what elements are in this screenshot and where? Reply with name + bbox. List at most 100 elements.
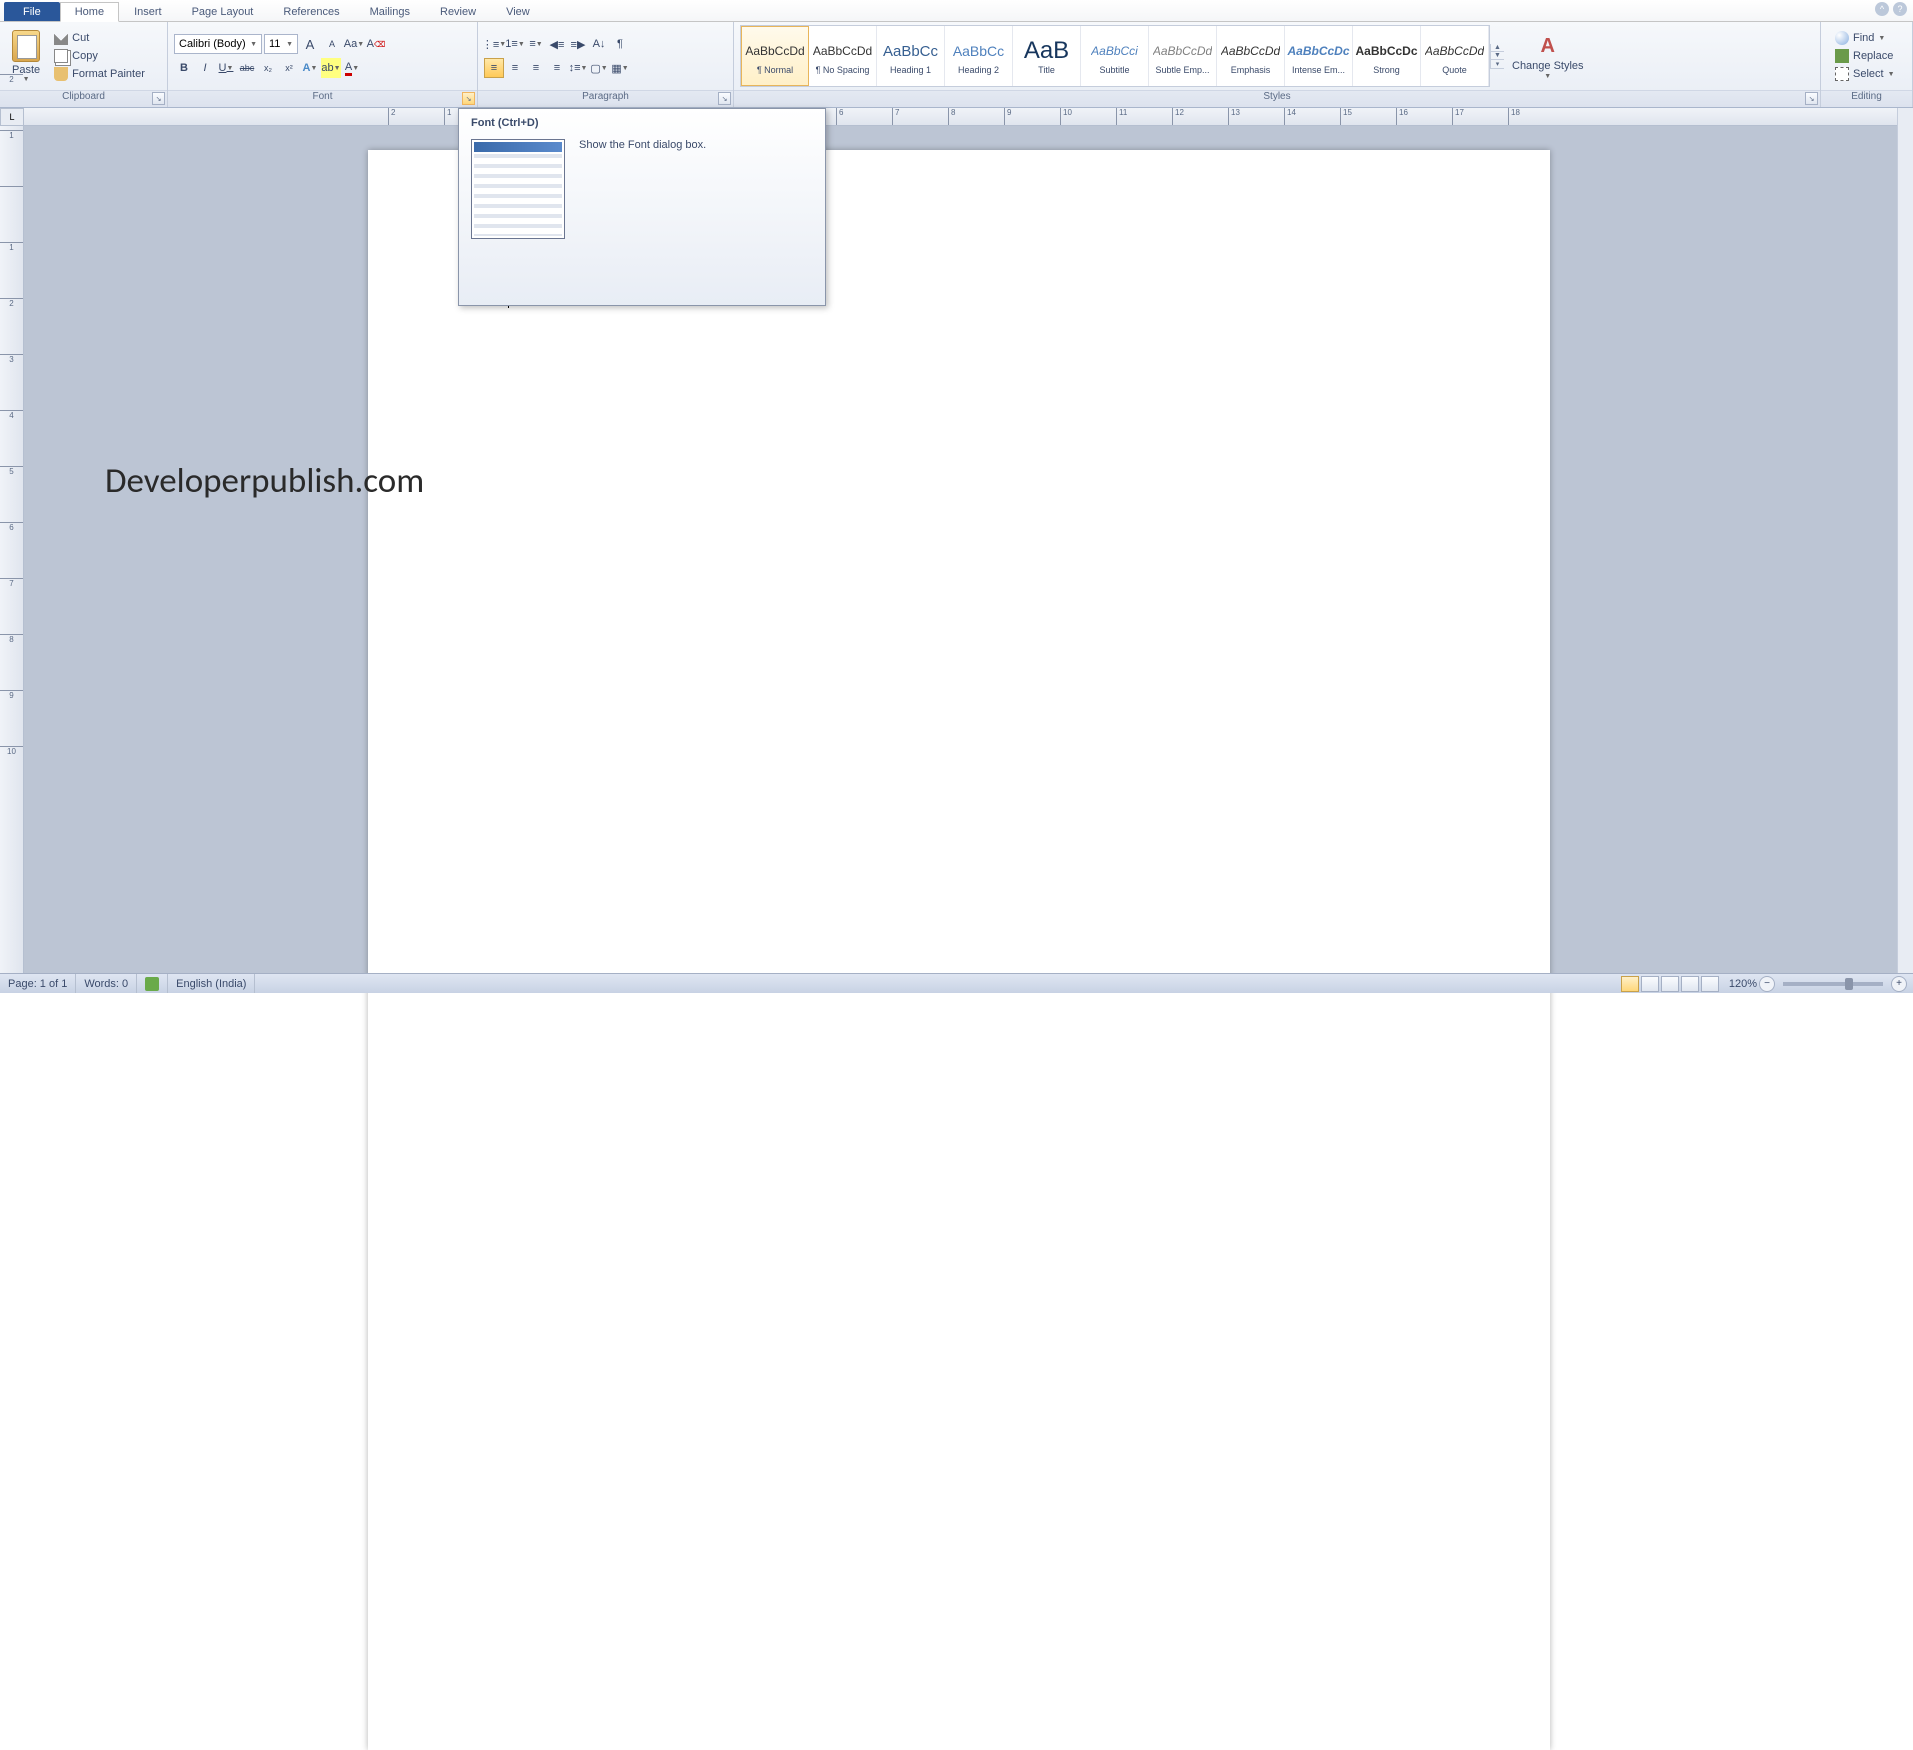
style-item-10[interactable]: AaBbCcDdQuote (1421, 26, 1489, 86)
style-item-9[interactable]: AaBbCcDcStrong (1353, 26, 1421, 86)
shading-button[interactable]: ▢▼ (589, 58, 609, 78)
style-name: Quote (1442, 65, 1467, 75)
select-icon (1835, 67, 1849, 81)
ruler-tick: 9 (0, 690, 23, 746)
styles-group-label: Styles↘ (734, 90, 1820, 107)
view-web-layout[interactable] (1661, 976, 1679, 992)
horizontal-ruler[interactable]: 21123456789101112131415161718 (24, 108, 1897, 126)
clipboard-launcher[interactable]: ↘ (152, 92, 165, 105)
tab-home[interactable]: Home (60, 2, 119, 22)
italic-button[interactable]: I (195, 58, 215, 78)
style-name: Subtle Emp... (1155, 65, 1209, 75)
status-proofing[interactable] (137, 974, 168, 993)
view-outline[interactable] (1681, 976, 1699, 992)
style-preview: AaBbCc (883, 37, 938, 65)
ruler-tick: 9 (1004, 108, 1060, 125)
replace-button[interactable]: Replace (1833, 48, 1897, 64)
find-icon (1835, 31, 1849, 45)
ruler-tick: 10 (1060, 108, 1116, 125)
style-item-6[interactable]: AaBbCcDdSubtle Emp... (1149, 26, 1217, 86)
change-styles-button[interactable]: A Change Styles ▼ (1504, 28, 1592, 83)
multilevel-button[interactable]: ≡▼ (526, 34, 546, 54)
text-effects-button[interactable]: A▼ (300, 58, 320, 78)
zoom-in-button[interactable]: + (1891, 976, 1907, 992)
cut-button[interactable]: Cut (50, 30, 149, 46)
style-item-3[interactable]: AaBbCcHeading 2 (945, 26, 1013, 86)
highlight-button[interactable]: ab▼ (321, 58, 341, 78)
minimize-ribbon-icon[interactable]: ^ (1875, 2, 1889, 16)
view-print-layout[interactable] (1621, 976, 1639, 992)
style-name: ¶ Normal (757, 65, 793, 75)
increase-indent-button[interactable]: ≡▶ (568, 34, 588, 54)
paste-icon (12, 30, 40, 62)
find-button[interactable]: Find▼ (1833, 30, 1897, 46)
view-draft[interactable] (1701, 976, 1719, 992)
style-preview: AaBbCcDd (1221, 37, 1280, 65)
style-item-8[interactable]: AaBbCcDcIntense Em... (1285, 26, 1353, 86)
style-item-1[interactable]: AaBbCcDd¶ No Spacing (809, 26, 877, 86)
zoom-out-button[interactable]: − (1759, 976, 1775, 992)
show-marks-button[interactable]: ¶ (610, 34, 630, 54)
font-size-combo[interactable]: 11▼ (264, 34, 298, 54)
font-color-button[interactable]: A▼ (342, 58, 362, 78)
sort-button[interactable]: A↓ (589, 34, 609, 54)
style-item-4[interactable]: AaBTitle (1013, 26, 1081, 86)
styles-row-up[interactable]: ▲ (1491, 44, 1504, 52)
paragraph-launcher[interactable]: ↘ (718, 92, 731, 105)
style-item-0[interactable]: AaBbCcDd¶ Normal (741, 26, 809, 86)
change-case-button[interactable]: Aa▼ (344, 34, 364, 54)
shrink-font-button[interactable]: A (322, 34, 342, 54)
tab-mailings[interactable]: Mailings (355, 2, 425, 21)
zoom-slider[interactable] (1783, 982, 1883, 986)
bullets-button[interactable]: ⋮≡▼ (484, 34, 504, 54)
superscript-button[interactable]: x² (279, 58, 299, 78)
align-left-button[interactable]: ≡ (484, 58, 504, 78)
view-full-screen[interactable] (1641, 976, 1659, 992)
document-page[interactable] (368, 150, 1550, 1750)
ruler-tick: 7 (892, 108, 948, 125)
tab-page-layout[interactable]: Page Layout (177, 2, 269, 21)
line-spacing-button[interactable]: ↕≡▼ (568, 58, 588, 78)
style-item-2[interactable]: AaBbCcHeading 1 (877, 26, 945, 86)
numbering-button[interactable]: 1≡▼ (505, 34, 525, 54)
ruler-tick: 11 (1116, 108, 1172, 125)
status-page[interactable]: Page: 1 of 1 (0, 974, 76, 993)
copy-button[interactable]: Copy (50, 48, 149, 64)
tab-references[interactable]: References (268, 2, 354, 21)
tab-file[interactable]: File (4, 2, 60, 21)
align-center-button[interactable]: ≡ (505, 58, 525, 78)
style-item-5[interactable]: AaBbCciSubtitle (1081, 26, 1149, 86)
select-button[interactable]: Select▼ (1833, 66, 1897, 82)
grow-font-button[interactable]: A (300, 34, 320, 54)
vertical-scrollbar[interactable] (1897, 108, 1913, 973)
clear-formatting-button[interactable]: A⌫ (366, 34, 386, 54)
status-words[interactable]: Words: 0 (76, 974, 137, 993)
styles-row-down[interactable]: ▼ (1491, 52, 1504, 60)
ruler-tick: 8 (948, 108, 1004, 125)
font-name-combo[interactable]: Calibri (Body)▼ (174, 34, 262, 54)
styles-expand[interactable]: ▾ (1491, 60, 1504, 69)
style-preview: AaBbCcDd (1425, 37, 1484, 65)
underline-button[interactable]: U▼ (216, 58, 236, 78)
align-right-button[interactable]: ≡ (526, 58, 546, 78)
tab-insert[interactable]: Insert (119, 2, 177, 21)
strikethrough-button[interactable]: abc (237, 58, 257, 78)
bold-button[interactable]: B (174, 58, 194, 78)
decrease-indent-button[interactable]: ◀≡ (547, 34, 567, 54)
help-icon[interactable]: ? (1893, 2, 1907, 16)
group-editing: Find▼ Replace Select▼ Editing (1821, 22, 1913, 107)
format-painter-icon (54, 67, 68, 81)
font-launcher[interactable]: ↘ (462, 92, 475, 105)
tab-view[interactable]: View (491, 2, 545, 21)
format-painter-button[interactable]: Format Painter (50, 66, 149, 82)
tab-review[interactable]: Review (425, 2, 491, 21)
style-item-7[interactable]: AaBbCcDdEmphasis (1217, 26, 1285, 86)
zoom-level[interactable]: 120% (1729, 978, 1757, 990)
zoom-slider-thumb[interactable] (1845, 978, 1853, 990)
borders-button[interactable]: ▦▼ (610, 58, 630, 78)
justify-button[interactable]: ≡ (547, 58, 567, 78)
vertical-ruler[interactable]: 2112345678910 (0, 126, 24, 973)
subscript-button[interactable]: x₂ (258, 58, 278, 78)
status-language[interactable]: English (India) (168, 974, 255, 993)
styles-launcher[interactable]: ↘ (1805, 92, 1818, 105)
